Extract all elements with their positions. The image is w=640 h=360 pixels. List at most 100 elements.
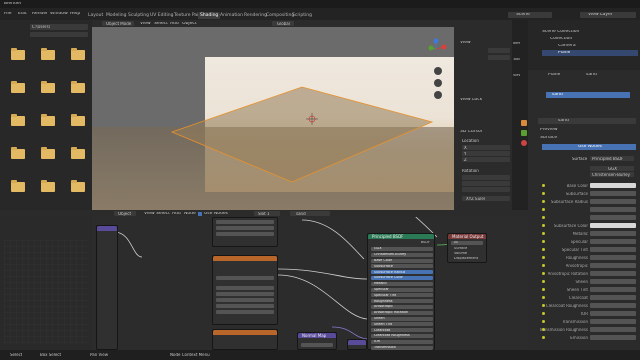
pan-icon[interactable]	[434, 79, 442, 87]
prop-value-field[interactable]	[590, 231, 636, 236]
texture-node-row[interactable]	[216, 232, 274, 236]
outliner-row-selected[interactable]	[542, 50, 638, 56]
node-editor[interactable]: Normal Map Principled BSDF BSDF GGX Chris…	[92, 217, 528, 350]
node-material-field[interactable]: sand	[290, 211, 330, 216]
object-tab-icon[interactable]	[521, 120, 527, 126]
prop-value-field[interactable]	[590, 239, 636, 244]
socket-dot[interactable]	[542, 328, 545, 331]
node-menu-node[interactable]: Node	[184, 212, 196, 217]
prop-value-field[interactable]	[590, 255, 636, 260]
rot-y[interactable]	[462, 181, 510, 186]
node-row[interactable]	[216, 286, 274, 290]
folder-icon[interactable]	[41, 48, 55, 60]
prop-value-field[interactable]	[590, 279, 636, 284]
prop-value-field[interactable]	[590, 215, 636, 220]
material-output-node[interactable]: Material Output All Surface Volume Displ…	[447, 233, 487, 263]
node-menu-add[interactable]: Add	[172, 212, 181, 217]
prop-value-field[interactable]	[590, 183, 636, 188]
socket-dot[interactable]	[542, 304, 545, 307]
folder-icon[interactable]	[71, 48, 85, 60]
3d-viewport[interactable]	[92, 27, 454, 210]
socket-dot[interactable]	[542, 336, 545, 339]
tab-shading[interactable]: Shading	[198, 12, 221, 19]
socket-dot[interactable]	[542, 312, 545, 315]
socket-dot[interactable]	[542, 200, 545, 203]
node-menu-view[interactable]: View	[144, 212, 155, 217]
socket-dot[interactable]	[542, 224, 545, 227]
outliner-item-plane[interactable]: Plane	[558, 51, 570, 56]
socket-dot[interactable]	[542, 264, 545, 267]
image-name-field[interactable]	[216, 276, 274, 280]
menu-file[interactable]: File	[4, 12, 12, 17]
bsdf-input-row[interactable]	[371, 339, 433, 344]
path-field[interactable]: C:\Users\	[30, 24, 88, 30]
texture-node-top[interactable]	[212, 217, 278, 247]
prop-value-field[interactable]	[590, 303, 636, 308]
menu-render[interactable]: Render	[32, 12, 48, 17]
folder-icon[interactable]	[11, 114, 25, 126]
outliner-item-scene-collection[interactable]: Scene Collection	[542, 30, 579, 35]
tab-scripting[interactable]: Scripting	[290, 12, 314, 19]
slot-dropdown[interactable]: Slot 1	[254, 211, 280, 216]
socket-dot[interactable]	[542, 296, 545, 299]
camera-view-icon[interactable]	[434, 91, 442, 99]
prop-value-field[interactable]	[590, 327, 636, 332]
modifier-tab-icon[interactable]	[521, 130, 527, 136]
socket-dot[interactable]	[542, 248, 545, 251]
viewport-menu-object[interactable]: Object	[182, 22, 197, 27]
mode-dropdown[interactable]: Object Mode	[102, 21, 134, 26]
surface-shader-field[interactable]: Principled BSDF	[590, 156, 634, 161]
texture-node-bottom[interactable]	[212, 329, 278, 350]
socket-dot[interactable]	[542, 240, 545, 243]
socket-dot[interactable]	[542, 256, 545, 259]
tab-tool[interactable]: Tool	[513, 58, 520, 62]
cursor-x[interactable]: X	[462, 145, 510, 150]
node-row[interactable]	[216, 310, 274, 314]
node-row[interactable]	[216, 292, 274, 296]
principled-bsdf-node[interactable]: Principled BSDF BSDF GGX Christensen-Burl…	[367, 233, 435, 350]
prop-value-field[interactable]	[590, 271, 636, 276]
prop-value-field[interactable]	[590, 287, 636, 292]
folder-icon[interactable]	[41, 147, 55, 159]
navigation-gizmo[interactable]	[422, 35, 450, 63]
folder-icon[interactable]	[11, 48, 25, 60]
ss-method-field[interactable]: Christensen-Burley	[590, 172, 634, 177]
outliner-item-camera[interactable]: Camera	[558, 44, 576, 49]
transform-orientation[interactable]: Global	[272, 21, 294, 26]
prop-value-field[interactable]	[590, 247, 636, 252]
tab-layout[interactable]: Layout	[86, 12, 105, 19]
clip-start-field[interactable]	[488, 48, 510, 53]
tab-animation[interactable]: Animation	[218, 12, 245, 19]
cursor-z[interactable]: Z	[462, 157, 510, 162]
rot-x[interactable]	[462, 175, 510, 180]
folder-icon[interactable]	[11, 81, 25, 93]
folder-icon[interactable]	[41, 180, 55, 192]
view-section[interactable]: View	[460, 41, 471, 46]
surface-panel[interactable]: Surface	[540, 136, 557, 141]
menu-window[interactable]: Window	[50, 12, 68, 17]
material-tab-icon[interactable]	[521, 140, 527, 146]
material-slot[interactable]: sand	[546, 92, 630, 98]
texture-node-row[interactable]	[216, 226, 274, 230]
frame-node[interactable]	[96, 225, 118, 350]
prop-value-field[interactable]	[590, 335, 636, 340]
folder-icon[interactable]	[71, 114, 85, 126]
socket-dot[interactable]	[542, 192, 545, 195]
scene-selector[interactable]: Scene	[508, 12, 552, 18]
menu-edit[interactable]: Edit	[18, 12, 27, 17]
socket-dot[interactable]	[542, 208, 545, 211]
folder-icon[interactable]	[11, 147, 25, 159]
prop-value-field[interactable]	[590, 199, 636, 204]
viewport-menu-select[interactable]: Select	[154, 22, 168, 27]
shader-type-dropdown[interactable]: Object	[114, 211, 136, 216]
material-selector[interactable]: sand	[538, 118, 636, 124]
prop-value-field[interactable]	[590, 319, 636, 324]
view-lock-section[interactable]: View Lock	[460, 98, 482, 103]
node-row[interactable]	[216, 304, 274, 308]
rotation-mode[interactable]: XYZ Euler	[462, 196, 510, 201]
folder-icon[interactable]	[11, 180, 25, 192]
zoom-icon[interactable]	[434, 67, 442, 75]
socket-dot[interactable]	[542, 216, 545, 219]
socket-dot[interactable]	[542, 320, 545, 323]
prop-value-field[interactable]	[590, 295, 636, 300]
